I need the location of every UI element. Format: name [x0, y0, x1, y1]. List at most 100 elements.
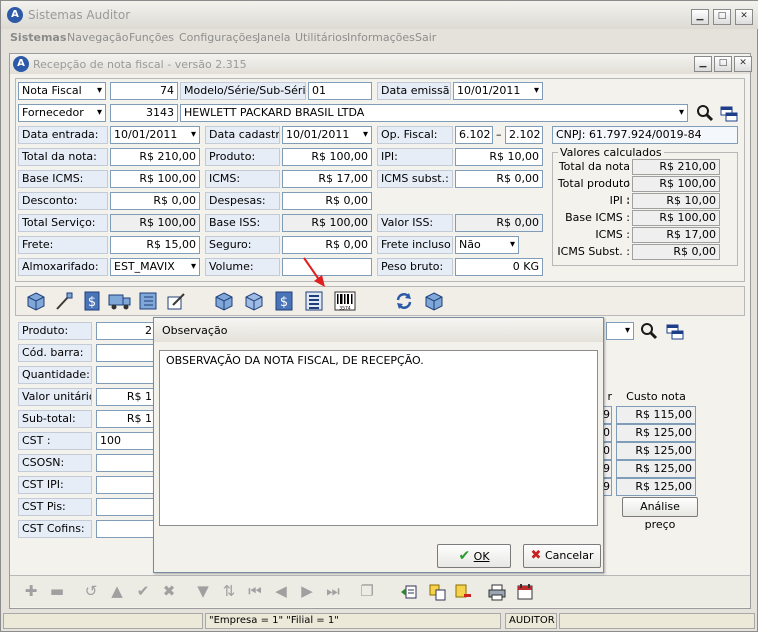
barcode-icon[interactable]: 3574	[334, 291, 356, 312]
last-record-icon[interactable]: ⏭	[324, 582, 342, 600]
window-list-icon[interactable]	[720, 106, 738, 122]
doc-type-select[interactable]: Nota Fiscal	[18, 82, 106, 100]
op-fiscal-label: Op. Fiscal:	[377, 126, 453, 144]
box-icon-2[interactable]	[244, 291, 264, 311]
base-iss-label: Base ISS:	[205, 214, 280, 232]
prev-record-icon[interactable]: ◀	[272, 582, 290, 600]
item-search-icon[interactable]	[640, 322, 658, 340]
cst-ipi-field[interactable]	[96, 476, 156, 494]
ipi-field[interactable]: R$ 10,00	[455, 148, 543, 166]
up-icon[interactable]: ▲	[108, 582, 126, 600]
desconto-field[interactable]: R$ 0,00	[110, 192, 200, 210]
fornecedor-name-field[interactable]: HEWLETT PACKARD BRASIL LTDA	[180, 104, 688, 122]
maximize-button[interactable]: □	[713, 9, 731, 25]
modelo-field[interactable]: 01	[308, 82, 372, 100]
sort-icon[interactable]: ⇅	[220, 582, 238, 600]
print-icon[interactable]	[488, 583, 506, 601]
vc-value-total-nota: R$ 210,00	[632, 159, 720, 175]
seguro-field[interactable]: R$ 0,00	[282, 236, 372, 254]
book-icon[interactable]	[138, 291, 158, 311]
child-close-button[interactable]: ✕	[734, 56, 752, 72]
child-maximize-button[interactable]: □	[714, 56, 732, 72]
menu-sair[interactable]: Sair	[415, 31, 436, 44]
truck-icon[interactable]	[108, 291, 132, 311]
wand-icon[interactable]	[54, 291, 74, 311]
menu-sistemas[interactable]: Sistemas	[10, 31, 66, 44]
check-icon[interactable]: ✔	[134, 582, 152, 600]
observacao-icon[interactable]	[304, 291, 324, 311]
valor-unitario-field[interactable]: R$ 1	[96, 388, 156, 406]
item-produto-field[interactable]: 2	[96, 322, 156, 340]
produto-total-field[interactable]: R$ 100,00	[282, 148, 372, 166]
cancelar-button[interactable]: ✖ Cancelar	[523, 544, 601, 568]
calendar-icon[interactable]	[516, 583, 534, 601]
filter-icon[interactable]: ▼	[194, 582, 212, 600]
box-icon-1[interactable]	[214, 291, 234, 311]
produto-total-label: Produto:	[205, 148, 280, 166]
undo-icon[interactable]: ↺	[82, 582, 100, 600]
almoxarifado-select[interactable]: EST_MAVIX	[110, 258, 200, 276]
ok-button[interactable]: ✔ OK	[437, 544, 511, 568]
base-icms-field[interactable]: R$ 100,00	[110, 170, 200, 188]
doc-number-field[interactable]: 74	[110, 82, 178, 100]
price-icon[interactable]: $	[82, 291, 102, 311]
subtotal-field[interactable]: R$ 1	[96, 410, 156, 428]
seguro-label: Seguro:	[205, 236, 280, 254]
op-fiscal-field-2[interactable]: 2.102	[505, 126, 543, 144]
menu-configuracoes[interactable]: Configurações	[179, 31, 258, 44]
cst-cofins-field[interactable]	[96, 520, 156, 538]
desconto-label: Desconto:	[18, 192, 108, 210]
total-nota-field[interactable]: R$ 210,00	[110, 148, 200, 166]
search-icon[interactable]	[696, 104, 714, 122]
despesas-field[interactable]: R$ 0,00	[282, 192, 372, 210]
item-window-list-icon[interactable]	[666, 324, 684, 340]
next-record-icon[interactable]: ▶	[298, 582, 316, 600]
vc-value-total-produto: R$ 100,00	[632, 176, 720, 192]
data-emissao-field[interactable]: 10/01/2011	[453, 82, 543, 100]
total-servico-label: Total Serviço:	[18, 214, 108, 232]
volume-label: Volume:	[205, 258, 280, 276]
minimize-button[interactable]: ▁	[691, 9, 709, 25]
refresh-icon[interactable]	[394, 291, 414, 311]
menu-navegacao[interactable]: Navegação	[67, 31, 129, 44]
peso-bruto-field[interactable]: 0 KG	[455, 258, 543, 276]
remove-list-icon[interactable]	[454, 583, 472, 601]
add-icon[interactable]: ✚	[22, 582, 40, 600]
remove-icon[interactable]: ▬	[48, 582, 66, 600]
edit-document-icon[interactable]	[166, 291, 186, 311]
fornecedor-code-field[interactable]: 3143	[110, 104, 178, 122]
cod-barra-field[interactable]	[96, 344, 156, 362]
item-product-dropdown[interactable]	[606, 322, 634, 340]
menu-funcoes[interactable]: Funções	[129, 31, 174, 44]
data-entrada-field[interactable]: 10/01/2011	[110, 126, 200, 144]
quantidade-field[interactable]	[96, 366, 156, 384]
price-tag-icon[interactable]: $	[274, 291, 294, 311]
copy-icon[interactable]: ❐	[358, 582, 376, 600]
csosn-field[interactable]	[96, 454, 156, 472]
op-fiscal-field-1[interactable]: 6.102	[455, 126, 493, 144]
data-cadastro-field[interactable]: 10/01/2011	[282, 126, 372, 144]
total-nota-label: Total da nota:	[18, 148, 108, 166]
icms-field[interactable]: R$ 17,00	[282, 170, 372, 188]
cancel-icon[interactable]: ✖	[160, 582, 178, 600]
menu-janela[interactable]: Janela	[257, 31, 291, 44]
fornecedor-select[interactable]: Fornecedor	[18, 104, 106, 122]
ipi-label: IPI:	[377, 148, 453, 166]
cst-field[interactable]: 100	[96, 432, 156, 450]
frete-field[interactable]: R$ 15,00	[110, 236, 200, 254]
box-icon-3[interactable]	[424, 291, 444, 311]
first-record-icon[interactable]: ⏮	[246, 582, 264, 600]
cst-pis-field[interactable]	[96, 498, 156, 516]
icms-subst-field[interactable]: R$ 0,00	[455, 170, 543, 188]
menu-utilitarios[interactable]: Utilitários	[295, 31, 348, 44]
analise-preco-button[interactable]: Análise preço	[622, 497, 698, 531]
close-button[interactable]: ✕	[735, 9, 753, 25]
svg-text:$: $	[88, 295, 96, 310]
frete-incluso-select[interactable]: Não	[455, 236, 519, 254]
transfer-icon[interactable]	[428, 583, 446, 601]
menu-informacoes[interactable]: Informações	[347, 31, 415, 44]
product-box-icon[interactable]	[26, 291, 46, 311]
child-minimize-button[interactable]: ▁	[694, 56, 712, 72]
observacao-textarea[interactable]: OBSERVAÇÃO DA NOTA FISCAL, DE RECEPÇÃO.	[159, 350, 598, 526]
import-list-icon[interactable]	[400, 583, 418, 601]
